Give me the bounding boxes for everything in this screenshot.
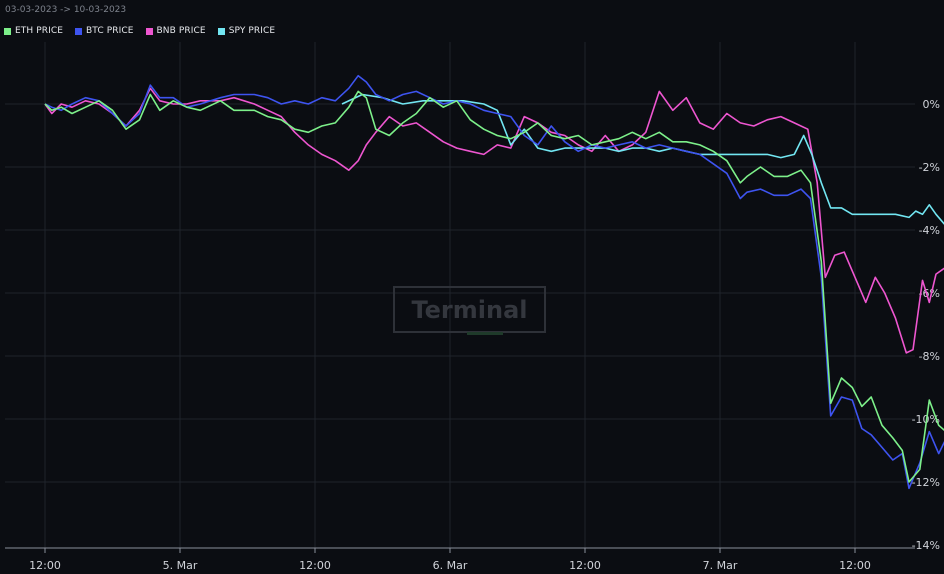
watermark-underline bbox=[467, 332, 503, 335]
y-tick-label: -2% bbox=[919, 161, 940, 174]
y-tick-label: -14% bbox=[912, 539, 940, 552]
y-tick-label: -4% bbox=[919, 224, 940, 237]
y-tick-label: -12% bbox=[912, 476, 940, 489]
y-tick-label: -8% bbox=[919, 350, 940, 363]
x-tick-label: 12:00 bbox=[569, 559, 601, 572]
x-tick-label: 12:00 bbox=[299, 559, 331, 572]
x-tick-label: 5. Mar bbox=[163, 559, 198, 572]
x-tick-label: 12:00 bbox=[29, 559, 61, 572]
x-tick-label: 7. Mar bbox=[703, 559, 738, 572]
y-tick-label: 0% bbox=[923, 98, 940, 111]
x-tick-label: 6. Mar bbox=[433, 559, 468, 572]
x-tick-label: 12:00 bbox=[839, 559, 871, 572]
series-line-spy bbox=[341, 93, 944, 225]
terminal-watermark: Terminal bbox=[393, 286, 546, 333]
